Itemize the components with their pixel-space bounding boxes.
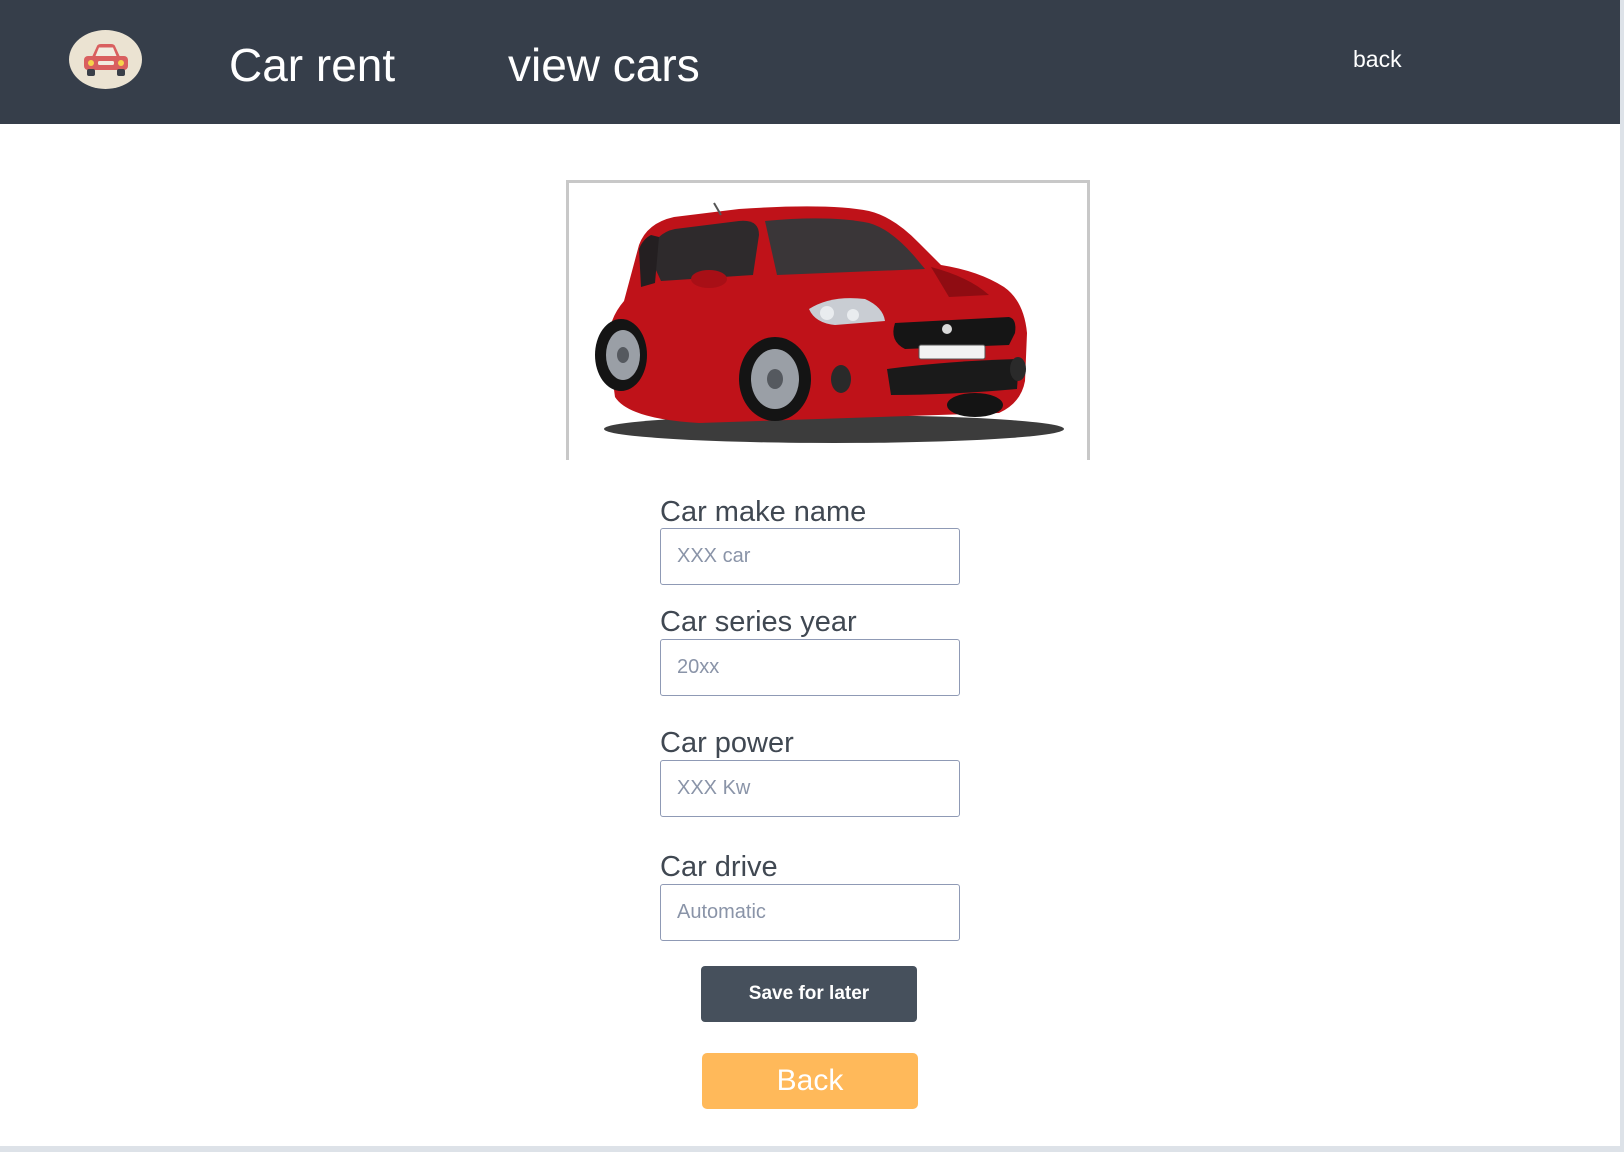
page: Car rent view cars back Car make name XX…	[0, 0, 1620, 1146]
header-back-link[interactable]: back	[1353, 44, 1402, 74]
car-photo	[566, 180, 1090, 460]
nav-view-cars[interactable]: view cars	[508, 36, 700, 94]
make-name-input[interactable]	[660, 528, 960, 585]
brand-title: Car rent	[229, 39, 396, 91]
top-bar: Car rent view cars back	[0, 0, 1620, 124]
logo-badge	[69, 30, 142, 89]
save-for-later-button[interactable]: Save for later	[701, 966, 917, 1022]
drive-input[interactable]	[660, 884, 960, 941]
car-icon	[83, 43, 128, 76]
power-label: Car power	[660, 727, 794, 759]
drive-label: Car drive	[660, 851, 778, 883]
back-button[interactable]: Back	[702, 1053, 918, 1109]
red-hatchback-image	[595, 202, 1064, 443]
series-year-label: Car series year	[660, 606, 857, 638]
power-input[interactable]	[660, 760, 960, 817]
series-year-input[interactable]	[660, 639, 960, 696]
make-name-label: Car make name	[660, 496, 867, 528]
